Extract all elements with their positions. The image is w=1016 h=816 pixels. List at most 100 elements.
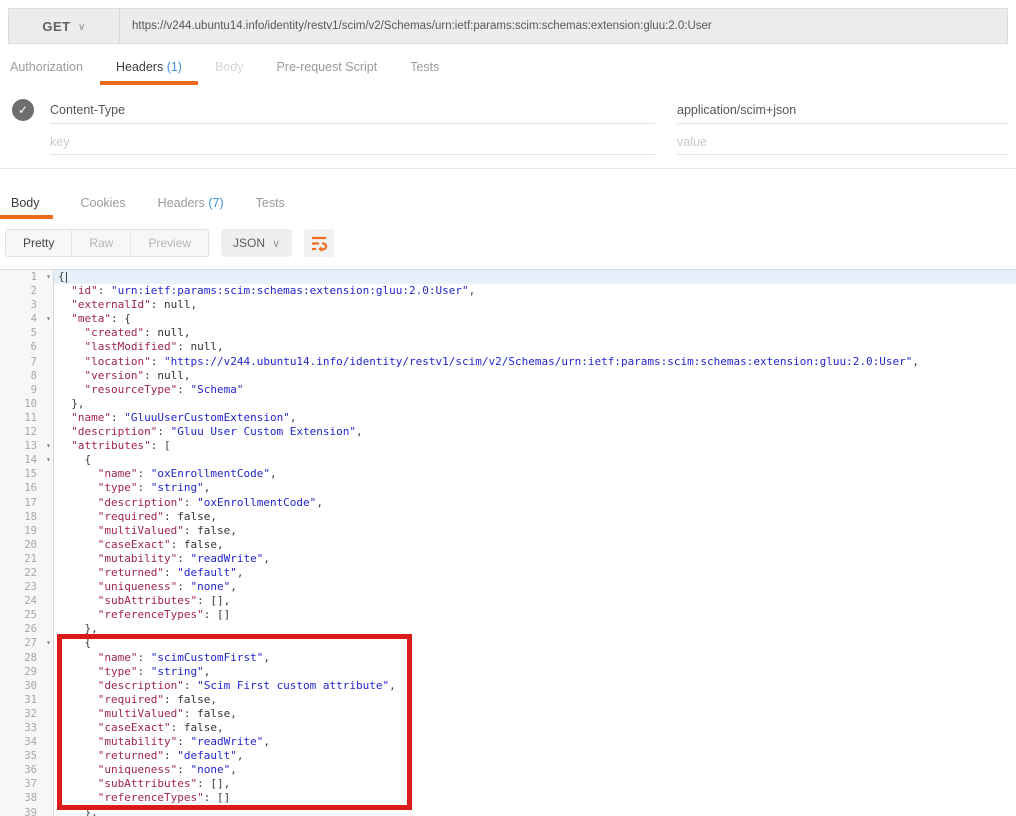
view-mode-pretty-button[interactable]: Pretty <box>6 230 72 256</box>
code-token: "referenceTypes" <box>98 791 204 804</box>
code-line[interactable]: 7 "location": "https://v244.ubuntu14.inf… <box>0 355 1016 369</box>
code-line[interactable]: 17 "description": "oxEnrollmentCode", <box>0 496 1016 510</box>
fold-toggle-icon[interactable]: ▾ <box>46 312 51 326</box>
code-token: "caseExact" <box>98 721 171 734</box>
language-dropdown[interactable]: JSON ∨ <box>221 229 292 257</box>
request-tab-body[interactable]: Body <box>215 60 244 85</box>
code-line-content: }, <box>54 622 1016 636</box>
code-line[interactable]: 36 "uniqueness": "none", <box>0 763 1016 777</box>
code-line[interactable]: 18 "required": false, <box>0 510 1016 524</box>
code-line[interactable]: 16 "type": "string", <box>0 481 1016 495</box>
code-token <box>58 467 98 480</box>
method-dropdown[interactable]: GET ∨ <box>9 9 120 43</box>
new-header-key-field[interactable]: key <box>50 124 655 155</box>
url-input[interactable]: https://v244.ubuntu14.info/identity/rest… <box>120 9 1007 43</box>
code-line[interactable]: 9 "resourceType": "Schema" <box>0 383 1016 397</box>
code-token <box>58 284 71 297</box>
code-line[interactable]: 21 "mutability": "readWrite", <box>0 552 1016 566</box>
response-tab-body[interactable]: Body <box>0 196 53 219</box>
code-token: "GluuUserCustomExtension" <box>124 411 290 424</box>
response-tab-headers[interactable]: Headers (7) <box>158 196 224 219</box>
code-line[interactable]: 14▾ { <box>0 453 1016 467</box>
code-line[interactable]: 1▾{ <box>0 270 1016 284</box>
code-line[interactable]: 38 "referenceTypes": [] <box>0 791 1016 805</box>
code-line[interactable]: 5 "created": null, <box>0 326 1016 340</box>
code-line[interactable]: 22 "returned": "default", <box>0 566 1016 580</box>
code-line[interactable]: 6 "lastModified": null, <box>0 340 1016 354</box>
code-token: { <box>58 270 65 283</box>
code-token <box>58 791 98 804</box>
code-line[interactable]: 26 }, <box>0 622 1016 636</box>
request-tab-authorization[interactable]: Authorization <box>10 60 83 85</box>
code-line[interactable]: 2 "id": "urn:ietf:params:scim:schemas:ex… <box>0 284 1016 298</box>
line-number-gutter: 23 <box>0 580 54 594</box>
code-token: "type" <box>98 665 138 678</box>
code-line[interactable]: 35 "returned": "default", <box>0 749 1016 763</box>
code-token: null <box>157 326 184 339</box>
code-line[interactable]: 34 "mutability": "readWrite", <box>0 735 1016 749</box>
code-line[interactable]: 32 "multiValued": false, <box>0 707 1016 721</box>
fold-toggle-icon[interactable]: ▾ <box>46 453 51 467</box>
code-line[interactable]: 13▾ "attributes": [ <box>0 439 1016 453</box>
line-number-gutter: 20 <box>0 538 54 552</box>
code-line[interactable]: 24 "subAttributes": [], <box>0 594 1016 608</box>
checkbox-checked-icon[interactable]: ✓ <box>12 99 34 121</box>
response-tab-cookies[interactable]: Cookies <box>81 196 126 219</box>
code-line[interactable]: 30 "description": "Scim First custom att… <box>0 679 1016 693</box>
fold-toggle-icon[interactable]: ▾ <box>46 636 51 650</box>
code-token: "id" <box>71 284 98 297</box>
code-line[interactable]: 20 "caseExact": false, <box>0 538 1016 552</box>
code-line[interactable]: 15 "name": "oxEnrollmentCode", <box>0 467 1016 481</box>
request-tab-pre-request-script[interactable]: Pre-request Script <box>276 60 377 85</box>
response-tab-tests[interactable]: Tests <box>256 196 285 219</box>
line-number-gutter: 24 <box>0 594 54 608</box>
code-line[interactable]: 10 }, <box>0 397 1016 411</box>
request-tab-tests[interactable]: Tests <box>410 60 439 85</box>
header-value-field[interactable]: application/scim+json <box>677 99 1008 124</box>
fold-toggle-icon[interactable]: ▾ <box>46 439 51 453</box>
code-line-content: "referenceTypes": [] <box>54 791 1016 805</box>
code-line-content: { <box>54 636 1016 650</box>
code-line[interactable]: 28 "name": "scimCustomFirst", <box>0 651 1016 665</box>
code-line[interactable]: 23 "uniqueness": "none", <box>0 580 1016 594</box>
new-header-value-field[interactable]: value <box>677 124 1008 155</box>
code-line[interactable]: 3 "externalId": null, <box>0 298 1016 312</box>
code-line[interactable]: 11 "name": "GluuUserCustomExtension", <box>0 411 1016 425</box>
code-token: "lastModified" <box>85 340 178 353</box>
code-line[interactable]: 25 "referenceTypes": [] <box>0 608 1016 622</box>
code-line[interactable]: 39 }, <box>0 806 1016 816</box>
wrap-text-button[interactable] <box>304 229 334 257</box>
code-token: , <box>230 580 237 593</box>
fold-toggle-icon[interactable]: ▾ <box>46 270 51 284</box>
code-token: : <box>144 369 157 382</box>
code-line[interactable]: 12 "description": "Gluu User Custom Exte… <box>0 425 1016 439</box>
request-tab-headers[interactable]: Headers (1) <box>100 60 198 85</box>
code-line-content: "type": "string", <box>54 665 1016 679</box>
code-line[interactable]: 8 "version": null, <box>0 369 1016 383</box>
response-body-editor[interactable]: 1▾{2 "id": "urn:ietf:params:scim:schemas… <box>0 269 1016 816</box>
code-line[interactable]: 4▾ "meta": { <box>0 312 1016 326</box>
code-line-content: "description": "oxEnrollmentCode", <box>54 496 1016 510</box>
code-token: false <box>197 524 230 537</box>
code-token: null <box>157 369 184 382</box>
line-number-gutter: 33 <box>0 721 54 735</box>
view-mode-raw-button[interactable]: Raw <box>72 230 131 256</box>
code-token: , <box>184 326 191 339</box>
line-number-gutter: 7 <box>0 355 54 369</box>
code-line[interactable]: 33 "caseExact": false, <box>0 721 1016 735</box>
code-token: "uniqueness" <box>98 763 177 776</box>
code-token: "Schema" <box>190 383 243 396</box>
code-line[interactable]: 31 "required": false, <box>0 693 1016 707</box>
code-token <box>58 510 98 523</box>
code-line[interactable]: 29 "type": "string", <box>0 665 1016 679</box>
code-line[interactable]: 27▾ { <box>0 636 1016 650</box>
code-line[interactable]: 19 "multiValued": false, <box>0 524 1016 538</box>
header-key-field[interactable]: Content-Type <box>50 99 655 124</box>
code-token <box>58 735 98 748</box>
code-line[interactable]: 37 "subAttributes": [], <box>0 777 1016 791</box>
code-token: "https://v244.ubuntu14.info/identity/res… <box>164 355 912 368</box>
code-line-content: "name": "GluuUserCustomExtension", <box>54 411 1016 425</box>
code-token: , <box>204 665 211 678</box>
code-token: : <box>184 679 197 692</box>
view-mode-preview-button[interactable]: Preview <box>131 230 208 256</box>
